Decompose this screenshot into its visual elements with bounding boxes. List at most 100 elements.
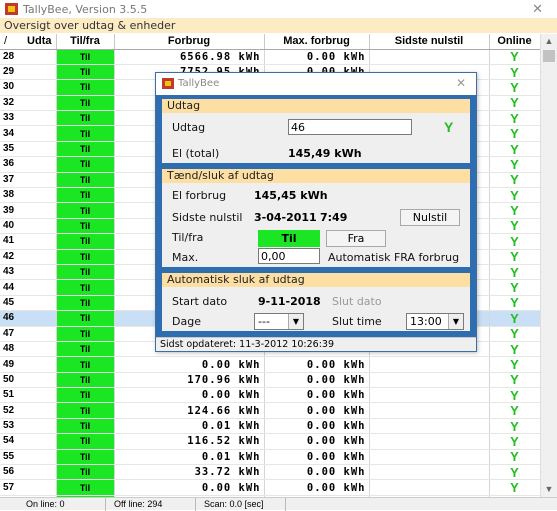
cell-tilfra[interactable]: Til <box>56 125 115 142</box>
vertical-scrollbar[interactable]: ▲ ▼ <box>540 34 557 497</box>
tilfra-label: Til/fra <box>172 231 204 244</box>
cell-tilfra[interactable]: Til <box>56 249 115 265</box>
status-online: On line: 0 <box>0 498 106 511</box>
slut-time-select[interactable]: 13:00 ▼ <box>406 313 464 330</box>
cell-tilfra[interactable]: Til <box>56 479 115 496</box>
table-row[interactable]: 53 Til 0.01 kWh 0.00 kWh Y <box>0 418 540 435</box>
panel-udtag: Udtag Udtag Y El (total) 145,49 kWh <box>162 99 470 163</box>
cell-tilfra[interactable]: Til <box>56 310 115 327</box>
table-row[interactable]: 56 Til 33.72 kWh 0.00 kWh Y <box>0 464 540 481</box>
cell-udtag: 41 <box>0 233 57 250</box>
online-antenna-icon: Y <box>489 326 540 342</box>
cell-udtag: 46 <box>0 310 57 327</box>
sort-indicator-icon: / <box>4 35 8 48</box>
cell-sidste-nulstil <box>369 356 490 373</box>
cell-tilfra[interactable]: Til <box>56 187 115 204</box>
cell-tilfra[interactable]: Til <box>56 110 115 127</box>
online-antenna-icon: Y <box>489 433 540 450</box>
column-header-tilfra[interactable]: Til/fra <box>56 34 115 50</box>
cell-tilfra[interactable]: Til <box>56 172 115 189</box>
cell-tilfra[interactable]: Til <box>56 356 115 373</box>
column-header-online[interactable]: Online <box>489 34 540 50</box>
column-header-max-forbrug[interactable]: Max. forbrug <box>264 34 370 50</box>
table-row[interactable]: 57 Til 0.00 kWh 0.00 kWh Y <box>0 479 540 496</box>
cell-max-forbrug: 0.00 kWh <box>264 387 370 404</box>
table-row[interactable]: 52 Til 124.66 kWh 0.00 kWh Y <box>0 402 540 419</box>
cell-udtag: 40 <box>0 218 57 235</box>
dialog-close-icon[interactable]: ✕ <box>456 76 466 90</box>
online-antenna-icon: Y <box>489 479 540 496</box>
column-header-udtag[interactable]: / Udta <box>0 34 57 50</box>
nulstil-button[interactable]: Nulstil <box>400 209 460 226</box>
status-bar: On line: 0 Off line: 294 Scan: 0.0 [sec] <box>0 497 557 511</box>
scroll-thumb[interactable] <box>543 50 555 62</box>
cell-tilfra[interactable]: Til <box>56 372 115 389</box>
online-antenna-icon: Y <box>489 295 540 312</box>
online-antenna-icon: Y <box>489 356 540 373</box>
cell-sidste-nulstil <box>369 372 490 389</box>
column-header-forbrug[interactable]: Forbrug <box>114 34 265 50</box>
cell-tilfra[interactable]: Til <box>56 449 115 466</box>
cell-tilfra[interactable]: Til <box>56 79 115 96</box>
cell-sidste-nulstil <box>369 387 490 404</box>
cell-tilfra[interactable]: Til <box>56 49 115 65</box>
online-antenna-icon: Y <box>489 172 540 189</box>
udtag-input[interactable] <box>288 119 412 135</box>
cell-udtag: 34 <box>0 125 57 142</box>
cell-tilfra[interactable]: Til <box>56 95 115 112</box>
cell-tilfra[interactable]: Til <box>56 418 115 435</box>
cell-forbrug: 124.66 kWh <box>114 402 265 419</box>
cell-tilfra[interactable]: Til <box>56 264 115 281</box>
cell-tilfra[interactable]: Til <box>56 279 115 296</box>
online-antenna-icon: Y <box>489 449 540 466</box>
cell-tilfra[interactable]: Til <box>56 156 115 173</box>
table-row[interactable]: 54 Til 116.52 kWh 0.00 kWh Y <box>0 433 540 450</box>
slut-dato-label: Slut dato <box>332 295 382 308</box>
online-antenna-icon: Y <box>489 141 540 158</box>
cell-tilfra[interactable]: Til <box>56 64 115 81</box>
table-row[interactable]: 55 Til 0.01 kWh 0.00 kWh Y <box>0 449 540 466</box>
online-antenna-icon: Y <box>489 464 540 481</box>
start-dato-value[interactable]: 9-11-2018 <box>258 295 321 308</box>
scroll-down-icon[interactable]: ▼ <box>541 482 557 497</box>
online-antenna-icon: Y <box>489 341 540 358</box>
table-row[interactable]: 50 Til 170.96 kWh 0.00 kWh Y <box>0 372 540 389</box>
cell-tilfra[interactable]: Til <box>56 326 115 342</box>
cell-tilfra[interactable]: Til <box>56 464 115 481</box>
cell-udtag: 45 <box>0 295 57 312</box>
cell-udtag: 50 <box>0 372 57 389</box>
max-label: Max. <box>172 251 199 264</box>
til-button[interactable]: Til <box>258 230 320 247</box>
cell-tilfra[interactable]: Til <box>56 202 115 219</box>
online-antenna-icon: Y <box>444 119 454 135</box>
cell-max-forbrug: 0.00 kWh <box>264 464 370 481</box>
cell-tilfra[interactable]: Til <box>56 218 115 235</box>
cell-tilfra[interactable]: Til <box>56 341 115 358</box>
max-input[interactable] <box>258 248 320 264</box>
cell-max-forbrug: 0.00 kWh <box>264 372 370 389</box>
cell-tilfra[interactable]: Til <box>56 402 115 419</box>
cell-tilfra[interactable]: Til <box>56 141 115 158</box>
fra-button[interactable]: Fra <box>326 230 386 247</box>
cell-tilfra[interactable]: Til <box>56 295 115 312</box>
table-row[interactable]: 49 Til 0.00 kWh 0.00 kWh Y <box>0 356 540 373</box>
window-title: TallyBee, Version 3.5.5 <box>23 3 148 16</box>
table-row[interactable]: 28 Til 6566.98 kWh 0.00 kWh Y <box>0 49 540 65</box>
chevron-down-icon[interactable]: ▼ <box>448 314 463 329</box>
cell-udtag: 36 <box>0 156 57 173</box>
cell-tilfra[interactable]: Til <box>56 433 115 450</box>
online-antenna-icon: Y <box>489 79 540 96</box>
el-total-value: 145,49 kWh <box>288 147 362 160</box>
dage-select[interactable]: --- ▼ <box>254 313 304 330</box>
sidste-nulstil-label: Sidste nulstil <box>172 211 243 224</box>
close-icon[interactable]: ✕ <box>532 1 543 17</box>
table-row[interactable]: 51 Til 0.00 kWh 0.00 kWh Y <box>0 387 540 404</box>
start-dato-label: Start dato <box>172 295 228 308</box>
scroll-up-icon[interactable]: ▲ <box>541 34 557 49</box>
chevron-down-icon[interactable]: ▼ <box>288 314 303 329</box>
cell-tilfra[interactable]: Til <box>56 387 115 404</box>
cell-udtag: 49 <box>0 356 57 373</box>
cell-tilfra[interactable]: Til <box>56 233 115 250</box>
column-header-sidste-nulstil[interactable]: Sidste nulstil <box>369 34 490 50</box>
app-logo-icon <box>162 78 174 89</box>
